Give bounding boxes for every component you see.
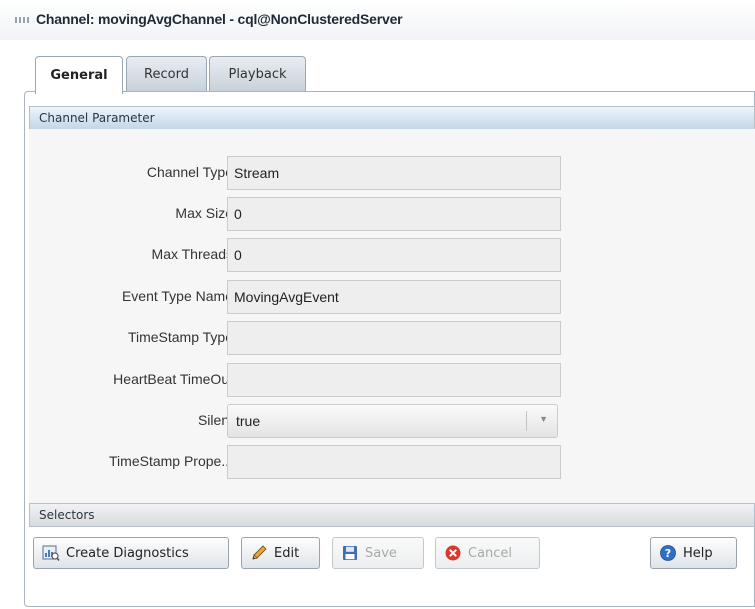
pencil-icon bbox=[250, 544, 268, 562]
select-divider bbox=[526, 411, 527, 431]
field-row-timestamp-type: TimeStamp Type bbox=[29, 321, 755, 355]
channel-parameter-form: Channel Type Stream Max Size 0 Max Threa… bbox=[29, 129, 755, 503]
max-size-field[interactable]: 0 bbox=[227, 197, 561, 231]
max-threads-field[interactable]: 0 bbox=[227, 238, 561, 272]
window-title: Channel: movingAvgChannel - cql@NonClust… bbox=[36, 11, 403, 27]
tab-record[interactable]: Record bbox=[126, 56, 207, 92]
field-row-max-size: Max Size 0 bbox=[29, 197, 755, 231]
field-row-silent: Silent true ▼ bbox=[29, 404, 755, 438]
save-label: Save bbox=[365, 545, 397, 561]
create-diagnostics-label: Create Diagnostics bbox=[66, 545, 189, 561]
cancel-button[interactable]: Cancel bbox=[435, 537, 540, 569]
window-titlebar: Channel: movingAvgChannel - cql@NonClust… bbox=[0, 0, 755, 40]
grip-icon[interactable] bbox=[15, 17, 29, 23]
silent-select[interactable]: true ▼ bbox=[227, 404, 558, 438]
field-row-event-type-name: Event Type Name MovingAvgEvent bbox=[29, 280, 755, 314]
tab-playback[interactable]: Playback bbox=[209, 56, 306, 92]
chevron-down-icon[interactable]: ▼ bbox=[539, 414, 548, 424]
section-header-selectors[interactable]: Selectors bbox=[29, 503, 755, 527]
svg-text:?: ? bbox=[665, 547, 671, 560]
cancel-label: Cancel bbox=[468, 545, 513, 561]
edit-label: Edit bbox=[274, 545, 300, 561]
help-button[interactable]: ? Help bbox=[650, 537, 737, 569]
field-row-heartbeat-timeout: HeartBeat TimeOut bbox=[29, 363, 755, 397]
floppy-disk-icon bbox=[341, 544, 359, 562]
event-type-name-label: Event Type Name bbox=[121, 288, 233, 304]
tab-general[interactable]: General bbox=[35, 56, 123, 94]
silent-select-value: true bbox=[236, 413, 261, 429]
field-row-channel-type: Channel Type Stream bbox=[29, 156, 755, 190]
edit-button[interactable]: Edit bbox=[241, 537, 320, 569]
help-label: Help bbox=[683, 545, 713, 561]
help-question-icon: ? bbox=[659, 544, 677, 562]
save-button[interactable]: Save bbox=[332, 537, 424, 569]
section-header-channel-parameter[interactable]: Channel Parameter bbox=[29, 106, 755, 130]
max-size-label: Max Size bbox=[175, 205, 233, 221]
diagnostics-icon bbox=[42, 544, 60, 562]
timestamp-property-field[interactable] bbox=[227, 445, 561, 479]
field-row-timestamp-property: TimeStamp Prope... bbox=[29, 445, 755, 479]
heartbeat-timeout-label: HeartBeat TimeOut bbox=[113, 371, 233, 387]
field-row-max-threads: Max Threads 0 bbox=[29, 238, 755, 272]
create-diagnostics-button[interactable]: Create Diagnostics bbox=[33, 537, 229, 569]
timestamp-type-field[interactable] bbox=[227, 321, 561, 355]
channel-type-label: Channel Type bbox=[146, 164, 233, 180]
timestamp-type-label: TimeStamp Type bbox=[127, 329, 233, 345]
event-type-name-field[interactable]: MovingAvgEvent bbox=[227, 280, 561, 314]
cancel-x-icon bbox=[444, 544, 462, 562]
heartbeat-timeout-field[interactable] bbox=[227, 363, 561, 397]
max-threads-label: Max Threads bbox=[151, 246, 233, 262]
timestamp-property-label: TimeStamp Prope... bbox=[109, 453, 233, 469]
channel-type-field[interactable]: Stream bbox=[227, 156, 561, 190]
